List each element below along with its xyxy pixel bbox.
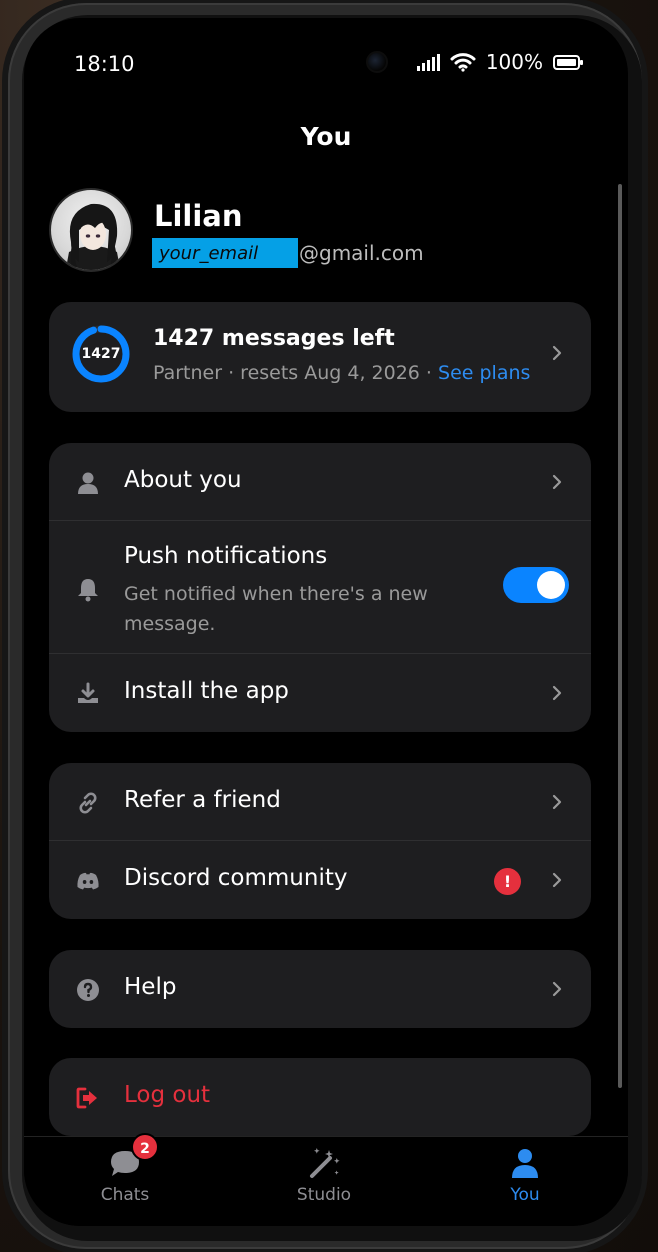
signal-icon <box>416 53 440 71</box>
magic-wand-icon <box>306 1145 342 1181</box>
usage-subtitle: Partner · resets Aug 4, 2026 · See plans <box>153 362 530 384</box>
camera-icon <box>366 51 388 73</box>
status-indicators: 100% <box>416 50 583 74</box>
discord-alert-badge: ! <box>494 868 521 895</box>
social-card: Refer a friend Discord community ! <box>49 763 591 919</box>
nav-chats-label: Chats <box>100 1185 150 1205</box>
logout-card: Log out <box>49 1058 591 1136</box>
chevron-right-icon <box>552 345 562 361</box>
install-app-label: Install the app <box>124 678 289 704</box>
person-icon <box>78 472 98 494</box>
refer-friend-row[interactable]: Refer a friend <box>49 763 591 841</box>
bell-icon <box>78 579 98 602</box>
logout-label: Log out <box>124 1082 211 1108</box>
discord-community-row[interactable]: Discord community ! <box>49 841 591 919</box>
about-you-row[interactable]: About you <box>49 443 591 521</box>
page-title: You <box>300 122 352 151</box>
link-icon <box>79 792 97 814</box>
push-notifications-row: Push notifications Get notified when the… <box>49 521 591 654</box>
help-label: Help <box>124 974 177 1000</box>
chevron-right-icon <box>552 981 562 997</box>
help-row[interactable]: Help <box>49 950 591 1028</box>
chats-unread-badge: 2 <box>131 1133 159 1161</box>
install-app-row[interactable]: Install the app <box>49 654 591 732</box>
settings-card: About you Push notifications Get notifie… <box>49 443 591 732</box>
profile-email: your_email @gmail.com <box>152 238 424 268</box>
app-screen: 18:10 100% You Lilian your_email @gmail.… <box>24 18 628 1226</box>
usage-title: 1427 messages left <box>153 326 395 351</box>
chevron-right-icon <box>552 685 562 701</box>
nav-chats[interactable]: 2 Chats <box>65 1133 185 1205</box>
download-icon <box>78 682 98 703</box>
question-circle-icon <box>77 979 99 1001</box>
see-plans-link[interactable]: See plans <box>438 362 530 384</box>
chevron-right-icon <box>552 794 562 810</box>
push-notifications-label: Push notifications <box>124 543 328 569</box>
battery-icon <box>553 54 583 70</box>
status-time: 18:10 <box>74 52 135 76</box>
logout-icon <box>76 1087 97 1109</box>
bottom-navigation: 2 Chats Studio You <box>24 1133 628 1226</box>
usage-card[interactable]: 1427 1427 messages left Partner · resets… <box>49 302 591 412</box>
chat-bubble-icon: 2 <box>107 1133 159 1181</box>
help-card: Help <box>49 950 591 1028</box>
refer-friend-label: Refer a friend <box>124 787 281 813</box>
nav-you[interactable]: You <box>465 1145 585 1205</box>
logout-row[interactable]: Log out <box>49 1058 591 1136</box>
chevron-right-icon <box>552 474 562 490</box>
push-notifications-toggle[interactable] <box>503 567 569 603</box>
email-domain: @gmail.com <box>299 241 424 265</box>
battery-percent: 100% <box>485 50 543 74</box>
nav-you-label: You <box>510 1185 540 1205</box>
usage-ring-value: 1427 <box>81 346 121 362</box>
scrollbar-thumb[interactable] <box>618 184 622 1088</box>
wifi-icon <box>450 53 476 72</box>
nav-studio-label: Studio <box>296 1185 352 1205</box>
plan-reset-text: Partner · resets Aug 4, 2026 · <box>153 362 439 384</box>
avatar[interactable] <box>49 188 133 272</box>
dynamic-island <box>256 38 396 86</box>
discord-icon <box>77 872 99 890</box>
profile-name: Lilian <box>154 199 243 233</box>
person-icon <box>507 1145 543 1181</box>
email-redaction: your_email <box>152 238 298 268</box>
chevron-right-icon <box>552 872 562 888</box>
nav-studio[interactable]: Studio <box>264 1145 384 1205</box>
about-you-label: About you <box>124 467 242 493</box>
discord-community-label: Discord community <box>124 865 348 891</box>
push-notifications-description: Get notified when there's a new message. <box>124 583 428 635</box>
